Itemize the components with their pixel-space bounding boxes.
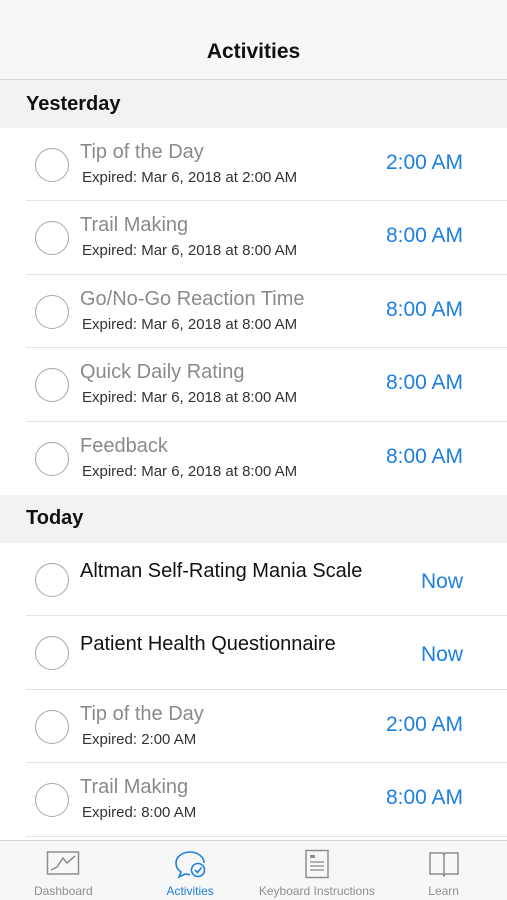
activity-title: Tip of the Day bbox=[80, 702, 204, 725]
activity-row[interactable]: Go/No-Go Reaction Time Expired: Mar 6, 2… bbox=[0, 274, 507, 349]
activity-expiry: Expired: 2:00 AM bbox=[82, 730, 197, 748]
book-icon bbox=[428, 852, 459, 878]
activity-time: 8:00 AM bbox=[385, 371, 463, 395]
activity-expiry: Expired: 8:00 AM bbox=[82, 804, 197, 822]
nav-bar: Activities bbox=[0, 0, 507, 80]
activity-time: 2:00 AM bbox=[385, 151, 463, 174]
tab-label: Learn bbox=[428, 884, 459, 898]
completion-circle-icon[interactable] bbox=[35, 441, 69, 476]
activity-expiry: Expired: Mar 6, 2018 at 8:00 AM bbox=[82, 462, 298, 480]
activity-title: Quick Daily Rating bbox=[80, 361, 245, 384]
activity-row[interactable]: Tip of the Day Expired: Mar 6, 2018 at 2… bbox=[0, 128, 507, 202]
tab-learn[interactable]: Learn bbox=[380, 841, 507, 900]
completion-circle-icon[interactable] bbox=[35, 294, 69, 329]
activity-expiry: Expired: Mar 6, 2018 at 2:00 AM bbox=[82, 169, 298, 186]
activity-expiry: Expired: Mar 6, 2018 at 8:00 AM bbox=[82, 242, 298, 260]
activity-time: Now bbox=[420, 643, 463, 667]
activity-row[interactable]: Altman Self-Rating Mania Scale Now bbox=[0, 542, 507, 617]
activity-row[interactable]: Tip of the Day Expired: 2:00 AM 2:00 AM bbox=[0, 689, 507, 764]
activity-time: 8:00 AM bbox=[385, 297, 463, 321]
tab-label: Dashboard bbox=[34, 884, 93, 898]
tab-dashboard[interactable]: Dashboard bbox=[0, 841, 127, 900]
activity-time: 8:00 AM bbox=[385, 224, 463, 248]
tab-label: Activities bbox=[166, 884, 214, 898]
completion-circle-icon[interactable] bbox=[35, 368, 69, 403]
activity-expiry: Expired: Mar 6, 2018 at 8:00 AM bbox=[82, 389, 298, 407]
activity-time: 8:00 AM bbox=[385, 786, 463, 810]
tab-bar: Dashboard Activities Keyboard Instructio… bbox=[0, 840, 507, 900]
activity-title: Altman Self-Rating Mania Scale bbox=[80, 559, 363, 582]
completion-circle-icon[interactable] bbox=[35, 562, 69, 597]
completion-circle-icon[interactable] bbox=[35, 148, 69, 182]
section-header-today: Today bbox=[0, 494, 507, 543]
activity-time: 8:00 AM bbox=[385, 444, 463, 468]
section-header-yesterday: Yesterday bbox=[0, 80, 507, 128]
chart-icon bbox=[47, 851, 80, 875]
activity-time: Now bbox=[420, 569, 463, 593]
completion-circle-icon[interactable] bbox=[35, 221, 69, 256]
page-title: Activities bbox=[206, 40, 301, 63]
tab-label: Keyboard Instructions bbox=[258, 884, 375, 898]
chat-check-icon bbox=[175, 851, 206, 879]
activity-expiry: Expired: Mar 6, 2018 at 8:00 AM bbox=[82, 315, 298, 333]
activity-row[interactable]: Trail Making Expired: 8:00 AM 8:00 AM bbox=[0, 763, 507, 837]
activity-row[interactable]: Patient Health Questionnaire Now bbox=[0, 616, 507, 691]
tab-keyboard-instructions[interactable]: Keyboard Instructions bbox=[254, 841, 381, 900]
activities-list[interactable]: Yesterday Tip of the Day Expired: Mar 6,… bbox=[0, 80, 507, 840]
activity-title: Trail Making bbox=[80, 776, 189, 799]
tab-activities[interactable]: Activities bbox=[127, 841, 254, 900]
document-icon bbox=[305, 849, 329, 879]
activity-row[interactable]: Feedback Expired: Mar 6, 2018 at 8:00 AM… bbox=[0, 421, 507, 495]
activity-row[interactable]: Trail Making Expired: Mar 6, 2018 at 8:0… bbox=[0, 201, 507, 276]
activity-time: 2:00 AM bbox=[385, 712, 463, 736]
completion-circle-icon[interactable] bbox=[35, 783, 69, 818]
activity-title: Go/No-Go Reaction Time bbox=[80, 287, 305, 310]
activity-title: Tip of the Day bbox=[80, 141, 204, 163]
activity-title: Trail Making bbox=[80, 214, 189, 237]
completion-circle-icon[interactable] bbox=[35, 636, 69, 671]
completion-circle-icon[interactable] bbox=[35, 709, 69, 744]
activity-title: Feedback bbox=[80, 434, 168, 457]
activity-row[interactable]: Quick Daily Rating Expired: Mar 6, 2018 … bbox=[0, 348, 507, 422]
activity-title: Patient Health Questionnaire bbox=[80, 633, 336, 656]
